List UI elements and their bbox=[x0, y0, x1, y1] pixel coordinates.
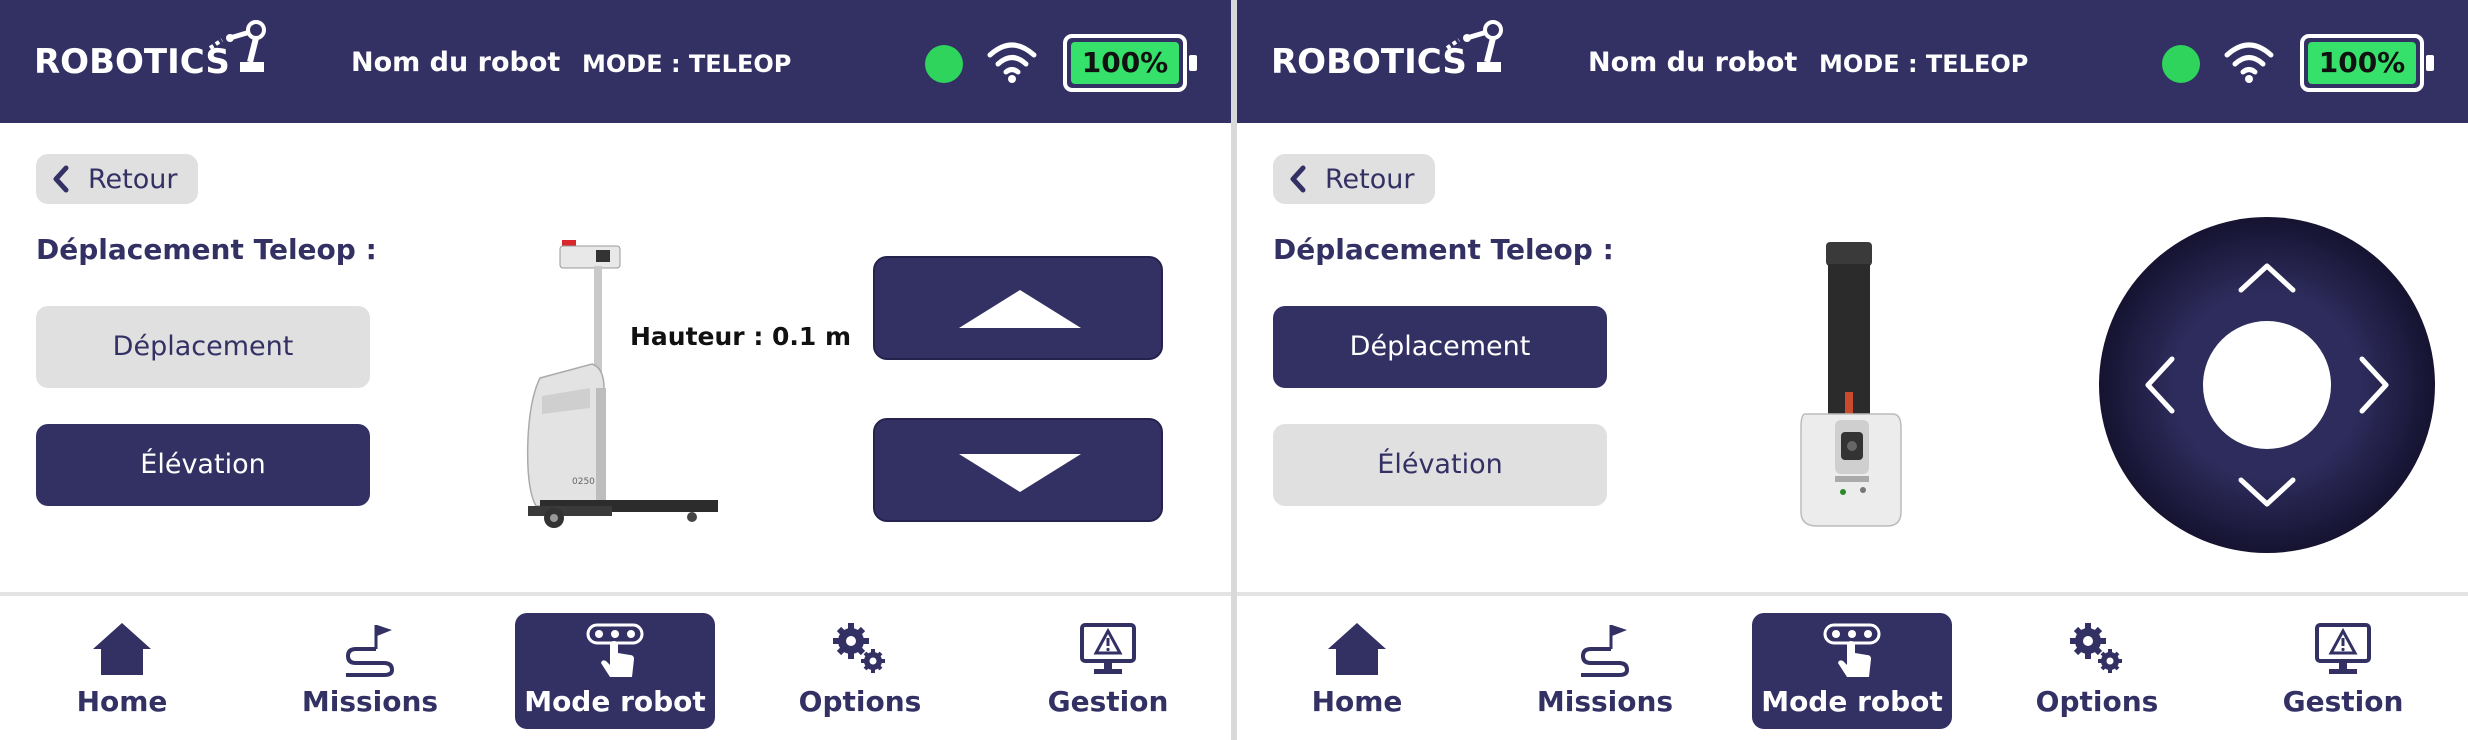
monitor-warning-icon bbox=[2315, 623, 2371, 674]
status-dot-icon bbox=[2162, 45, 2200, 83]
back-label: Retour bbox=[1325, 164, 1415, 195]
battery-level: 100% bbox=[2308, 42, 2416, 84]
nav-home-label: Home bbox=[76, 685, 168, 718]
section-title: Déplacement Teleop : bbox=[1273, 233, 1614, 266]
monitor-warning-icon bbox=[1080, 623, 1136, 674]
wifi-icon bbox=[987, 42, 1037, 83]
battery-indicator: 100% bbox=[2300, 34, 2424, 92]
battery-level: 100% bbox=[1071, 42, 1179, 84]
triangle-down-icon bbox=[959, 454, 1081, 492]
back-button[interactable]: Retour bbox=[36, 154, 198, 204]
missions-flag-icon bbox=[345, 625, 395, 677]
nav-options-label: Options bbox=[798, 685, 922, 718]
height-readout: Hauteur : 0.1 m bbox=[630, 322, 852, 351]
elevation-mode-button[interactable]: Élévation bbox=[36, 424, 370, 506]
robot-name: Nom du robot bbox=[351, 47, 561, 78]
back-button[interactable]: Retour bbox=[1273, 154, 1435, 204]
home-icon bbox=[93, 623, 151, 675]
joystick[interactable] bbox=[2098, 216, 2436, 554]
touch-control-icon bbox=[586, 623, 644, 677]
robot-side-view-image: 0250 bbox=[526, 240, 718, 528]
mode-indicator: MODE : TELEOP bbox=[582, 50, 792, 78]
nav-missions-label: Missions bbox=[1536, 685, 1674, 718]
section-title: Déplacement Teleop : bbox=[36, 233, 377, 266]
battery-tip bbox=[2426, 55, 2434, 71]
nav-options[interactable]: Options bbox=[1997, 613, 2197, 729]
nav-missions-label: Missions bbox=[301, 685, 439, 718]
gears-icon bbox=[2070, 623, 2122, 673]
nav-missions[interactable]: Missions bbox=[270, 613, 470, 729]
bottom-nav: Home Missions Mode robot Options Gestion bbox=[1237, 596, 2468, 740]
mode-indicator: MODE : TELEOP bbox=[1819, 50, 2029, 78]
wifi-icon bbox=[2224, 42, 2274, 83]
battery-indicator: 100% bbox=[1063, 34, 1187, 92]
nav-gestion-label: Gestion bbox=[1047, 685, 1169, 718]
top-bar: ROBOTICS Nom du robot MODE : TELEOP 100% bbox=[1237, 0, 2468, 123]
chevron-left-icon bbox=[1290, 165, 1306, 193]
elevation-screen: ROBOTICS Nom du robot MODE : TELEOP 100%… bbox=[0, 0, 1231, 740]
nav-mode-robot[interactable]: Mode robot bbox=[1752, 613, 1952, 729]
nav-mode-robot-label: Mode robot bbox=[524, 685, 706, 718]
nav-home[interactable]: Home bbox=[22, 613, 222, 729]
nav-home[interactable]: Home bbox=[1257, 613, 1457, 729]
nav-mode-robot-label: Mode robot bbox=[1761, 685, 1943, 718]
battery-tip bbox=[1189, 55, 1197, 71]
touch-control-icon bbox=[1823, 623, 1881, 677]
nav-missions[interactable]: Missions bbox=[1505, 613, 1705, 729]
elevate-up-button[interactable] bbox=[873, 256, 1163, 360]
robot-arm-logo-icon bbox=[208, 20, 266, 72]
chevron-left-icon bbox=[53, 165, 69, 193]
nav-options[interactable]: Options bbox=[760, 613, 960, 729]
deplacement-mode-button[interactable]: Déplacement bbox=[1273, 306, 1607, 388]
deplacement-mode-button[interactable]: Déplacement bbox=[36, 306, 370, 388]
elevate-down-button[interactable] bbox=[873, 418, 1163, 522]
robot-name: Nom du robot bbox=[1588, 47, 1798, 78]
status-dot-icon bbox=[925, 45, 963, 83]
missions-flag-icon bbox=[1580, 625, 1630, 677]
nav-options-label: Options bbox=[2035, 685, 2159, 718]
nav-mode-robot[interactable]: Mode robot bbox=[515, 613, 715, 729]
robot-front-view-image bbox=[1800, 242, 1902, 527]
elevation-mode-button[interactable]: Élévation bbox=[1273, 424, 1607, 506]
bottom-nav: Home Missions Mode robot Options Gestion bbox=[0, 596, 1231, 740]
nav-gestion[interactable]: Gestion bbox=[1008, 613, 1208, 729]
back-label: Retour bbox=[88, 164, 178, 195]
nav-gestion-label: Gestion bbox=[2282, 685, 2404, 718]
home-icon bbox=[1328, 623, 1386, 675]
nav-gestion[interactable]: Gestion bbox=[2243, 613, 2443, 729]
robot-arm-logo-icon bbox=[1445, 20, 1503, 72]
top-bar: ROBOTICS Nom du robot MODE : TELEOP 100% bbox=[0, 0, 1231, 123]
joystick-pad bbox=[2099, 217, 2435, 553]
nav-home-label: Home bbox=[1311, 685, 1403, 718]
gears-icon bbox=[833, 623, 885, 673]
svg-text:0250: 0250 bbox=[572, 477, 595, 487]
triangle-up-icon bbox=[959, 290, 1081, 328]
deplacement-screen: ROBOTICS Nom du robot MODE : TELEOP 100%… bbox=[1237, 0, 2468, 740]
